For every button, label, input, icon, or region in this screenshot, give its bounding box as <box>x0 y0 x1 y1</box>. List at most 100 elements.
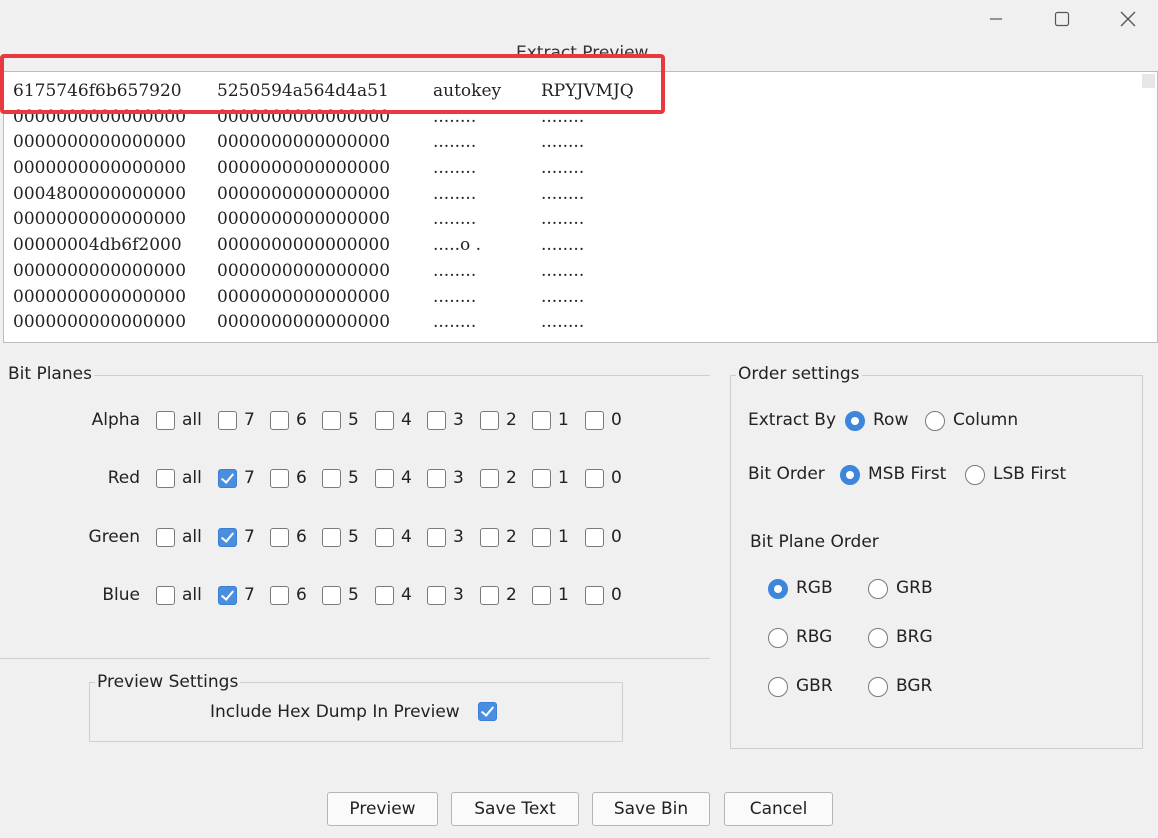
red-bit-1-checkbox[interactable] <box>532 469 551 488</box>
green-bit-7-label: 7 <box>244 527 255 547</box>
alpha-bit-7-label: 7 <box>244 410 255 430</box>
cancel-button[interactable]: Cancel <box>724 792 833 826</box>
hex-dump-row: 0000000000000000 0000000000000000........… <box>13 285 634 311</box>
red-bit-5-label: 5 <box>348 468 359 488</box>
alpha-bit-0-checkbox[interactable] <box>585 411 604 430</box>
blue-bit-6-label: 6 <box>296 585 307 605</box>
bit-order-msb-label: MSB First <box>868 464 947 484</box>
plane-order-gbr-radio[interactable] <box>768 677 788 697</box>
ascii-col-2: ........ <box>541 158 585 179</box>
green-bit-1-checkbox[interactable] <box>532 528 551 547</box>
green-bit-7-checkbox[interactable] <box>218 528 237 547</box>
extract-by-row-radio[interactable] <box>845 411 865 431</box>
red-bit-4-label: 4 <box>401 468 412 488</box>
blue-bit-2-checkbox[interactable] <box>480 586 499 605</box>
plane-order-bgr-radio[interactable] <box>868 677 888 697</box>
blue-bit-1-checkbox[interactable] <box>532 586 551 605</box>
plane-order-rbg-radio[interactable] <box>768 628 788 648</box>
red-bit-5-checkbox[interactable] <box>322 469 341 488</box>
maximize-button[interactable] <box>1039 0 1085 38</box>
plane-label-alpha: Alpha <box>91 410 140 430</box>
red-bit-0-checkbox[interactable] <box>585 469 604 488</box>
green-bit-4-checkbox[interactable] <box>375 528 394 547</box>
hex-col-1: 0000000000000000 <box>13 158 187 179</box>
extract-by-column-radio[interactable] <box>925 411 945 431</box>
save-text-button[interactable]: Save Text <box>451 792 579 826</box>
alpha-bit-7-checkbox[interactable] <box>218 411 237 430</box>
green-bit-0-checkbox[interactable] <box>585 528 604 547</box>
red-bit-all-checkbox[interactable] <box>156 469 175 488</box>
alpha-bit-5-checkbox[interactable] <box>322 411 341 430</box>
alpha-bit-3-checkbox[interactable] <box>427 411 446 430</box>
blue-bit-3-checkbox[interactable] <box>427 586 446 605</box>
vertical-scrollbar[interactable] <box>1142 74 1155 88</box>
green-bit-6-checkbox[interactable] <box>270 528 289 547</box>
hex-col-2: 0000000000000000 <box>217 209 391 230</box>
highlight-box <box>0 54 665 114</box>
red-bit-4-checkbox[interactable] <box>375 469 394 488</box>
ascii-col-2: ........ <box>541 209 585 230</box>
ascii-col-1: ........ <box>433 286 477 307</box>
red-bit-2-label: 2 <box>506 468 517 488</box>
red-bit-3-checkbox[interactable] <box>427 469 446 488</box>
alpha-bit-6-checkbox[interactable] <box>270 411 289 430</box>
hex-dump-checkbox[interactable] <box>478 702 497 721</box>
plane-order-grb-label: GRB <box>896 578 933 598</box>
plane-order-rgb-radio[interactable] <box>768 579 788 599</box>
red-bit-2-checkbox[interactable] <box>480 469 499 488</box>
hex-dump-row: 0000000000000000 0000000000000000........… <box>13 130 634 156</box>
close-button[interactable] <box>1105 0 1151 38</box>
preview-button[interactable]: Preview <box>327 792 438 826</box>
blue-bit-7-checkbox[interactable] <box>218 586 237 605</box>
green-bit-3-checkbox[interactable] <box>427 528 446 547</box>
hex-dump-label: Include Hex Dump In Preview <box>210 702 460 722</box>
green-bit-2-checkbox[interactable] <box>480 528 499 547</box>
ascii-col-1: ........ <box>433 312 477 333</box>
preview-settings-title: Preview Settings <box>95 672 241 692</box>
alpha-bit-0-label: 0 <box>611 410 622 430</box>
plane-order-grb-radio[interactable] <box>868 579 888 599</box>
bit-planes-border <box>92 375 710 376</box>
green-bit-0-label: 0 <box>611 527 622 547</box>
green-bit-all-checkbox[interactable] <box>156 528 175 547</box>
bit-order-msb-radio[interactable] <box>840 465 860 485</box>
alpha-bit-5-label: 5 <box>348 410 359 430</box>
blue-bit-0-checkbox[interactable] <box>585 586 604 605</box>
alpha-bit-all-checkbox[interactable] <box>156 411 175 430</box>
alpha-bit-4-checkbox[interactable] <box>375 411 394 430</box>
blue-bit-6-checkbox[interactable] <box>270 586 289 605</box>
green-bit-3-label: 3 <box>453 527 464 547</box>
hex-dump-row: 0000000000000000 0000000000000000........… <box>13 259 634 285</box>
blue-bit-all-checkbox[interactable] <box>156 586 175 605</box>
blue-bit-4-checkbox[interactable] <box>375 586 394 605</box>
blue-bit-5-checkbox[interactable] <box>322 586 341 605</box>
ascii-col-2: ........ <box>541 235 585 256</box>
ascii-col-1: ........ <box>433 183 477 204</box>
order-settings-group <box>730 375 1143 749</box>
ascii-col-1: ........ <box>433 260 477 281</box>
red-bit-6-label: 6 <box>296 468 307 488</box>
hex-col-2: 0000000000000000 <box>217 158 391 179</box>
red-bit-7-checkbox[interactable] <box>218 469 237 488</box>
red-bit-1-label: 1 <box>558 468 569 488</box>
green-bit-2-label: 2 <box>506 527 517 547</box>
extract-by-column-label: Column <box>953 410 1019 430</box>
alpha-bit-1-checkbox[interactable] <box>532 411 551 430</box>
red-bit-6-checkbox[interactable] <box>270 469 289 488</box>
green-bit-all-label: all <box>182 527 202 547</box>
save-bin-button[interactable]: Save Bin <box>592 792 710 826</box>
plane-order-gbr-label: GBR <box>796 676 833 696</box>
blue-bit-1-label: 1 <box>558 585 569 605</box>
hex-dump-row: 0000000000000000 0000000000000000........… <box>13 310 634 336</box>
minimize-button[interactable] <box>973 0 1019 38</box>
bit-order-lsb-radio[interactable] <box>965 465 985 485</box>
green-bit-1-label: 1 <box>558 527 569 547</box>
bit-order-label: Bit Order <box>748 464 825 484</box>
extract-by-label: Extract By <box>748 410 837 430</box>
alpha-bit-2-checkbox[interactable] <box>480 411 499 430</box>
plane-order-brg-radio[interactable] <box>868 628 888 648</box>
blue-bit-5-label: 5 <box>348 585 359 605</box>
blue-bit-0-label: 0 <box>611 585 622 605</box>
green-bit-5-checkbox[interactable] <box>322 528 341 547</box>
ascii-col-2: ........ <box>541 132 585 153</box>
